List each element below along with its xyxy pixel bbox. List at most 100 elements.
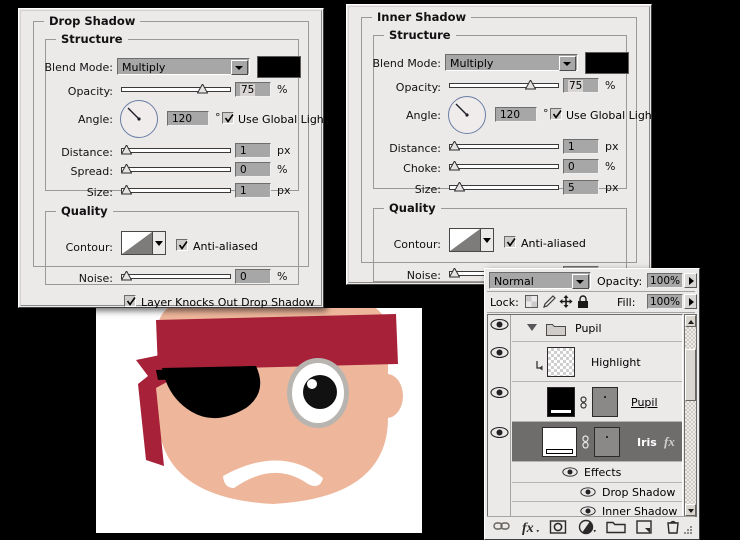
size-input[interactable]: 1 (235, 183, 271, 198)
inner-shadow-dialog[interactable]: Inner Shadow Structure Blend Mode: Multi… (346, 4, 656, 285)
size-input[interactable]: 5 (563, 180, 599, 195)
opacity-slider[interactable] (121, 83, 231, 95)
opacity-input[interactable]: 75 (563, 78, 599, 93)
distance-input[interactable]: 1 (235, 143, 271, 158)
use-global-light-label[interactable]: Use Global Light (566, 109, 656, 122)
layer-mask-thumbnail[interactable] (592, 387, 618, 417)
slider-thumb[interactable] (121, 145, 132, 155)
layer-mask-thumbnail[interactable] (594, 427, 620, 457)
layers-list[interactable]: Pupil Highlight Pupil Iris fx Effects Dr… (487, 314, 683, 517)
layers-scrollbar[interactable] (684, 314, 697, 517)
layer-knocks-out-label[interactable]: Layer Knocks Out Drop Shadow (141, 296, 315, 309)
contour-preview[interactable] (121, 231, 153, 255)
anti-aliased-checkbox[interactable] (176, 239, 188, 251)
layer-row-highlight[interactable]: Highlight (512, 342, 682, 382)
layer-row-drop-shadow-effect[interactable]: Drop Shadow (512, 483, 682, 502)
use-global-light-label[interactable]: Use Global Light (238, 113, 328, 126)
noise-input[interactable]: 0 (235, 269, 271, 284)
transparency-lock-icon[interactable] (525, 295, 538, 311)
document-canvas[interactable] (96, 308, 422, 533)
lock-all-icon[interactable] (577, 295, 589, 311)
scrollbar-thumb[interactable] (685, 349, 696, 401)
chevron-down-icon[interactable] (559, 56, 576, 71)
layer-thumbnail[interactable] (542, 427, 577, 457)
distance-input[interactable]: 1 (563, 139, 599, 154)
slider-thumb[interactable] (449, 161, 460, 171)
shadow-color-swatch[interactable] (257, 56, 301, 78)
spread-input[interactable]: 0 (235, 162, 271, 177)
anti-aliased-label[interactable]: Anti-aliased (521, 237, 586, 250)
slider-thumb[interactable] (454, 182, 465, 192)
layer-thumbnail[interactable] (547, 347, 575, 377)
angle-dial[interactable] (120, 100, 158, 138)
distance-slider[interactable] (449, 140, 559, 152)
layer-row-effects[interactable]: Effects (512, 462, 682, 483)
link-thumbnail-icon[interactable] (581, 435, 590, 452)
angle-dial[interactable] (448, 96, 486, 134)
add-layer-style-icon[interactable]: fx (521, 519, 539, 536)
layer-fill-input[interactable]: 100% (647, 294, 683, 309)
scroll-up-button[interactable] (685, 315, 696, 327)
layer-knocks-out-checkbox[interactable] (124, 295, 136, 307)
link-thumbnail-icon[interactable] (579, 396, 588, 412)
chevron-down-icon[interactable] (231, 60, 248, 75)
size-slider[interactable] (449, 181, 559, 193)
contour-dropdown-arrow[interactable] (481, 228, 494, 252)
layer-thumbnail[interactable] (547, 387, 575, 417)
use-global-light-checkbox[interactable] (550, 108, 562, 120)
anti-aliased-label[interactable]: Anti-aliased (193, 240, 258, 253)
add-layer-mask-icon[interactable] (549, 519, 567, 535)
layers-panel[interactable]: Normal Opacity: 100% Lock: Fill: 100% Pu… (484, 268, 700, 540)
noise-slider[interactable] (121, 270, 231, 282)
opacity-input[interactable]: 75 (235, 82, 271, 97)
fill-stepper[interactable] (684, 294, 697, 309)
drop-shadow-dialog[interactable]: Drop Shadow Structure Blend Mode: Multip… (18, 8, 328, 309)
visibility-toggle-highlight[interactable] (490, 346, 509, 364)
contour-dropdown-arrow[interactable] (153, 231, 166, 255)
use-global-light-checkbox[interactable] (222, 112, 234, 124)
size-slider[interactable] (121, 184, 231, 196)
opacity-stepper[interactable] (684, 273, 697, 288)
layer-row-inner-shadow-effect[interactable]: Inner Shadow (512, 502, 682, 516)
slider-thumb[interactable] (121, 271, 132, 281)
contour-preview[interactable] (449, 228, 481, 252)
slider-thumb[interactable] (121, 185, 132, 195)
resize-grip[interactable] (684, 526, 692, 534)
delete-layer-icon[interactable] (665, 519, 682, 535)
anti-aliased-checkbox[interactable] (504, 236, 516, 248)
angle-input[interactable]: 120 (495, 107, 537, 122)
blend-mode-select[interactable]: Multiply (445, 54, 578, 71)
disclosure-triangle-icon[interactable] (527, 324, 537, 331)
new-group-icon[interactable] (606, 519, 626, 535)
chevron-down-icon[interactable] (572, 274, 589, 289)
choke-input[interactable]: 0 (563, 159, 599, 174)
new-layer-icon[interactable] (635, 519, 652, 535)
layer-fx-icon[interactable]: fx (664, 434, 675, 450)
slider-thumb[interactable] (197, 84, 208, 94)
paintbrush-lock-icon[interactable] (542, 295, 556, 311)
layer-row-pupil-group[interactable]: Pupil (512, 315, 682, 342)
layer-row-pupil[interactable]: Pupil (512, 382, 682, 422)
angle-input[interactable]: 120 (167, 111, 209, 126)
visibility-toggle-effects[interactable] (562, 466, 578, 481)
slider-thumb[interactable] (121, 164, 132, 174)
spread-slider[interactable] (121, 163, 231, 175)
blend-mode-select[interactable]: Multiply (117, 58, 250, 75)
slider-thumb[interactable] (449, 268, 460, 278)
layer-row-iris[interactable]: Iris fx (512, 422, 682, 462)
visibility-toggle-drop-shadow[interactable] (580, 486, 596, 501)
new-adjustment-layer-icon[interactable] (578, 519, 596, 535)
move-lock-icon[interactable] (559, 295, 573, 311)
choke-slider[interactable] (449, 160, 559, 172)
scroll-down-button[interactable] (685, 504, 696, 516)
opacity-slider[interactable] (449, 79, 559, 91)
visibility-toggle-iris[interactable] (490, 426, 509, 444)
slider-thumb[interactable] (525, 80, 536, 90)
layer-opacity-input[interactable]: 100% (647, 273, 683, 288)
layer-blend-mode-select[interactable]: Normal (489, 272, 591, 289)
visibility-toggle-pupil[interactable] (490, 386, 509, 404)
shadow-color-swatch[interactable] (585, 52, 629, 74)
link-layers-icon[interactable] (493, 519, 510, 535)
distance-slider[interactable] (121, 144, 231, 156)
slider-thumb[interactable] (449, 141, 460, 151)
